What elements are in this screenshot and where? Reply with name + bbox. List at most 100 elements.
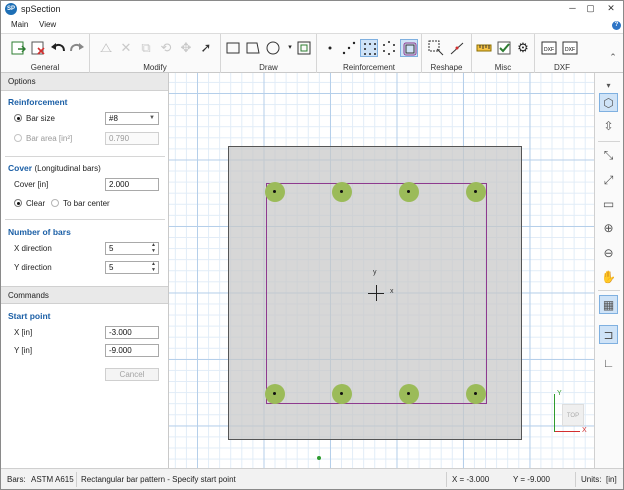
polygon-icon[interactable] bbox=[244, 39, 262, 57]
cover-field[interactable]: 2.000 bbox=[105, 178, 159, 191]
x-direction-label: X direction bbox=[14, 244, 52, 253]
rebar[interactable] bbox=[466, 182, 486, 202]
offset-bars-icon[interactable] bbox=[400, 39, 418, 57]
close-file-icon[interactable] bbox=[29, 39, 47, 57]
ribbon-group-reshape: Reshape bbox=[422, 34, 472, 74]
clear-label: Clear bbox=[26, 199, 46, 208]
x-direction-stepper[interactable]: 5 ▲ ▼ bbox=[105, 242, 159, 255]
select-icon[interactable]: ➚ bbox=[197, 39, 215, 57]
ribbon-group-reinforcement: Reinforcement bbox=[317, 34, 422, 74]
zoom-window-icon[interactable]: ⤢ bbox=[599, 171, 618, 190]
app-logo-icon: SP bbox=[5, 3, 17, 15]
mirror-icon[interactable]: ⧍ bbox=[97, 39, 115, 57]
view-plan-icon[interactable]: ⇳ bbox=[599, 117, 618, 136]
status-units-value: [in] bbox=[606, 475, 617, 484]
dxf-import-icon[interactable]: DXF bbox=[540, 39, 558, 57]
axes-icon[interactable]: ∟ bbox=[599, 354, 618, 373]
rectangle-icon[interactable] bbox=[224, 39, 242, 57]
zoom-in-icon[interactable]: ⊕ bbox=[599, 219, 618, 238]
status-divider bbox=[76, 472, 77, 487]
minimize-button[interactable]: ─ bbox=[564, 2, 581, 15]
circle-icon[interactable] bbox=[264, 39, 282, 57]
status-units-label: Units: bbox=[581, 475, 602, 484]
move-icon[interactable]: ✥ bbox=[177, 39, 195, 57]
reinforcement-title: Reinforcement bbox=[8, 97, 68, 107]
spinner-icon[interactable]: ▲ ▼ bbox=[151, 261, 156, 273]
bar-size-select[interactable]: #8 ▼ bbox=[105, 112, 159, 125]
copy-icon[interactable]: ⧉ bbox=[137, 39, 155, 57]
view-cube[interactable]: TOP X Y bbox=[552, 390, 594, 444]
view-cube-face[interactable]: TOP bbox=[562, 404, 584, 426]
zoom-extents-icon[interactable]: ⤡ bbox=[599, 146, 618, 165]
close-button[interactable]: ✕ bbox=[600, 2, 622, 15]
check-icon[interactable] bbox=[495, 39, 513, 57]
rebar[interactable] bbox=[332, 182, 352, 202]
view-3d-icon[interactable]: ⬡ bbox=[599, 93, 618, 112]
ribbon-group-dxf: DXF DXF DXF bbox=[535, 34, 589, 74]
rebar[interactable] bbox=[399, 182, 419, 202]
single-bar-icon[interactable] bbox=[321, 39, 339, 57]
ribbon-group-label: Draw bbox=[259, 63, 278, 72]
drawing-canvas[interactable]: x y TOP X Y bbox=[169, 73, 594, 468]
start-x-field[interactable]: -3.000 bbox=[105, 326, 159, 339]
undo-icon[interactable] bbox=[49, 39, 67, 57]
new-file-icon[interactable] bbox=[9, 39, 27, 57]
divider bbox=[5, 219, 165, 220]
ribbon-group-label: Reshape bbox=[430, 63, 463, 72]
bar-size-value: #8 bbox=[109, 114, 118, 123]
ribbon-group-label: Misc bbox=[494, 63, 512, 72]
measure-icon[interactable] bbox=[475, 39, 493, 57]
ribbon-group-label: Modify bbox=[143, 63, 167, 72]
to-bar-center-radio[interactable] bbox=[51, 199, 59, 207]
delete-icon[interactable]: ✕ bbox=[117, 39, 135, 57]
tab-view[interactable]: View bbox=[39, 20, 56, 29]
ribbon: General ⧍ ✕ ⧉ ⟲ ✥ ➚ Modify ▾ Draw Reinfo… bbox=[1, 33, 623, 74]
tab-main[interactable]: Main bbox=[11, 20, 28, 29]
cancel-button[interactable]: Cancel bbox=[105, 368, 159, 381]
start-y-label: Y [in] bbox=[14, 346, 33, 355]
spinner-icon[interactable]: ▲ ▼ bbox=[151, 242, 156, 254]
help-icon[interactable]: ? bbox=[612, 21, 621, 30]
rectangular-bars-icon[interactable] bbox=[360, 39, 378, 57]
bar-size-radio[interactable] bbox=[14, 114, 22, 122]
dxf-export-icon[interactable]: DXF bbox=[561, 39, 579, 57]
rotate-icon[interactable]: ⟲ bbox=[157, 39, 175, 57]
to-bar-center-label: To bar center bbox=[63, 199, 110, 208]
shape-icon[interactable] bbox=[295, 39, 313, 57]
rebar[interactable] bbox=[265, 384, 285, 404]
rebar[interactable] bbox=[265, 182, 285, 202]
divider bbox=[5, 156, 165, 157]
zoom-selection-icon[interactable]: ▭ bbox=[599, 195, 618, 214]
reshape-node-icon[interactable] bbox=[448, 39, 466, 57]
zoom-out-icon[interactable]: ⊖ bbox=[599, 244, 618, 263]
rebar[interactable] bbox=[332, 384, 352, 404]
y-direction-stepper[interactable]: 5 ▲ ▼ bbox=[105, 261, 159, 274]
ribbon-collapse-icon[interactable]: ⌃ bbox=[604, 48, 622, 66]
rebar[interactable] bbox=[399, 384, 419, 404]
circular-bars-icon[interactable] bbox=[380, 39, 398, 57]
redo-icon[interactable] bbox=[68, 39, 86, 57]
rebar[interactable] bbox=[466, 384, 486, 404]
triad-y-axis bbox=[554, 394, 555, 432]
status-x-coordinate: X = -3.000 bbox=[452, 475, 490, 484]
clear-radio[interactable] bbox=[14, 199, 22, 207]
number-of-bars-title: Number of bars bbox=[8, 227, 71, 237]
grid-icon[interactable]: ▦ bbox=[599, 295, 618, 314]
bar-area-radio[interactable] bbox=[14, 134, 22, 142]
bar-area-label: Bar area [in²] bbox=[26, 134, 73, 143]
ribbon-group-draw: ▾ Draw bbox=[221, 34, 317, 74]
pan-icon[interactable]: ✋ bbox=[599, 268, 618, 287]
status-bars-standard: ASTM A615 bbox=[31, 475, 74, 484]
snap-icon[interactable]: ⊐ bbox=[599, 325, 618, 344]
triad-x-axis bbox=[554, 431, 580, 432]
maximize-button[interactable]: ▢ bbox=[582, 2, 599, 15]
options-header: Options bbox=[1, 73, 168, 91]
settings-icon[interactable]: ⚙ bbox=[514, 39, 532, 57]
start-y-field[interactable]: -9.000 bbox=[105, 344, 159, 357]
bar-area-field[interactable]: 0.790 bbox=[105, 132, 159, 145]
chevron-down-icon: ▼ bbox=[149, 115, 155, 121]
status-message: Rectangular bar pattern - Specify start … bbox=[81, 475, 236, 484]
line-bars-icon[interactable] bbox=[340, 39, 358, 57]
cover-title-text: Cover bbox=[8, 163, 33, 173]
reshape-select-icon[interactable] bbox=[427, 39, 445, 57]
